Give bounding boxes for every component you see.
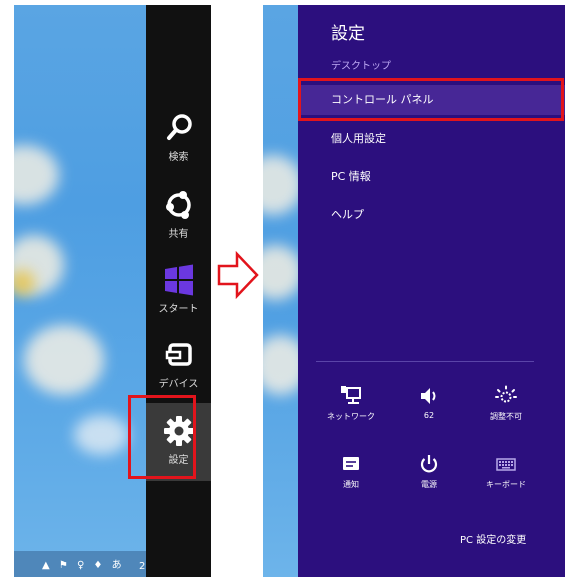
keyboard-icon <box>496 458 516 471</box>
wallpaper-flower <box>263 155 303 215</box>
charm-search[interactable]: 検索 <box>146 110 211 163</box>
charm-start-label: スタート <box>158 304 199 315</box>
wallpaper-flower <box>74 415 129 455</box>
charm-devices-label: デバイス <box>158 379 199 390</box>
quick-power[interactable]: 電源 <box>399 453 459 490</box>
quick-notifications[interactable]: 通知 <box>321 453 381 490</box>
quick-power-label: 電源 <box>421 480 437 489</box>
arrow-right-icon <box>217 250 259 300</box>
settings-context: デスクトップ <box>331 61 391 72</box>
wallpaper-flower <box>24 325 104 395</box>
wallpaper-flower <box>263 245 303 300</box>
divider <box>316 361 534 362</box>
charms-bar: 検索 共有 スタート デバイス 設定 <box>146 5 211 577</box>
wallpaper-flower <box>14 145 59 205</box>
desktop-with-charms-bar: ▲ ⚑ ♀ ♦ あ 2 検索 共有 スタート デバイス 設定 <box>14 5 211 577</box>
devices-icon <box>165 343 192 366</box>
clock[interactable]: 2 <box>139 561 145 572</box>
share-icon <box>165 191 191 219</box>
quick-network[interactable]: ネットワーク <box>321 385 381 422</box>
menu-item-pc-info[interactable]: PC 情報 <box>298 162 565 192</box>
charm-share[interactable]: 共有 <box>146 187 211 240</box>
settings-title: 設定 <box>331 24 365 44</box>
menu-item-personalization[interactable]: 個人用設定 <box>298 124 565 154</box>
settings-charm-highlight-box <box>128 395 196 479</box>
quick-volume[interactable]: 62 <box>399 385 459 420</box>
system-tray[interactable]: ▲ ⚑ ♀ ♦ あ <box>42 556 125 571</box>
quick-brightness-label: 調整不可 <box>490 412 522 421</box>
charm-search-label: 検索 <box>168 152 189 163</box>
quick-volume-label: 62 <box>423 411 435 420</box>
quick-notifications-label: 通知 <box>343 480 359 489</box>
quick-keyboard[interactable]: キーボード <box>476 453 536 490</box>
menu-item-help[interactable]: ヘルプ <box>298 200 565 230</box>
settings-pane: 設定 デスクトップ コントロール パネル 個人用設定 PC 情報 ヘルプ ネット… <box>298 5 565 577</box>
volume-icon <box>421 388 436 404</box>
control-panel-highlight-box <box>298 78 564 121</box>
notifications-icon <box>343 457 359 470</box>
quick-keyboard-label: キーボード <box>486 480 526 489</box>
change-pc-settings-link[interactable]: PC 設定の変更 <box>460 531 526 546</box>
quick-brightness[interactable]: 調整不可 <box>476 385 536 422</box>
desktop-with-settings-pane: 設定 デスクトップ コントロール パネル 個人用設定 PC 情報 ヘルプ ネット… <box>263 5 565 577</box>
charm-share-label: 共有 <box>168 229 189 240</box>
brightness-icon <box>495 385 517 403</box>
network-icon <box>341 386 361 404</box>
charm-start[interactable]: スタート <box>146 262 211 315</box>
search-icon <box>166 114 192 140</box>
charm-devices[interactable]: デバイス <box>146 337 211 390</box>
windows-start-icon <box>164 264 193 296</box>
quick-network-label: ネットワーク <box>327 412 375 421</box>
power-icon <box>420 455 438 473</box>
